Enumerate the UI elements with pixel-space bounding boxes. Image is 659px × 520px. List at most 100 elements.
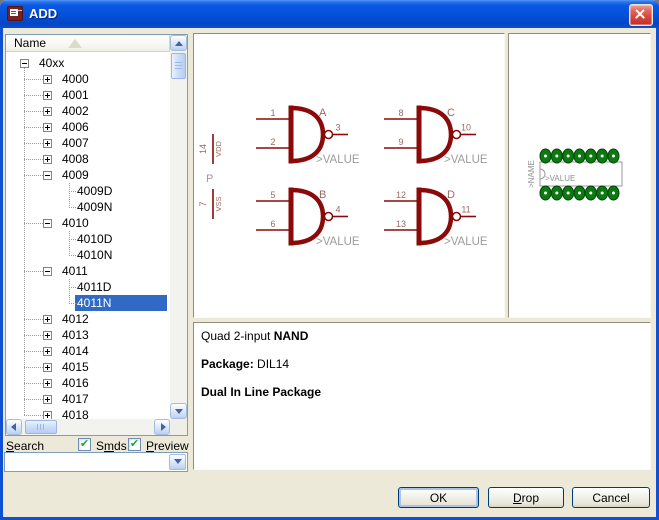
svg-text:VSS: VSS	[214, 196, 223, 211]
expand-toggle-icon[interactable]	[43, 315, 52, 324]
expand-toggle-icon[interactable]	[43, 411, 52, 420]
collapse-toggle-icon[interactable]	[43, 219, 52, 228]
expand-toggle-icon[interactable]	[43, 155, 52, 164]
svg-text:>VALUE: >VALUE	[545, 174, 575, 183]
expand-toggle-icon[interactable]	[43, 395, 52, 404]
tree-item-4001[interactable]: 4001	[6, 87, 170, 103]
svg-text:P: P	[206, 173, 213, 185]
tree-item-4002[interactable]: 4002	[6, 103, 170, 119]
collapse-toggle-icon[interactable]	[20, 59, 29, 68]
tree-item-label: 4001	[60, 87, 91, 103]
svg-text:>VALUE: >VALUE	[316, 154, 360, 166]
svg-text:>NAME: >NAME	[527, 160, 536, 188]
svg-text:14: 14	[198, 144, 208, 154]
tree-item-4010[interactable]: 4010	[6, 215, 170, 231]
tree-item-label: 4018	[60, 407, 91, 419]
tree-item-label: 4009D	[75, 183, 114, 199]
tree-item-label: 4017	[60, 391, 91, 407]
expand-toggle-icon[interactable]	[43, 123, 52, 132]
vertical-scroll-thumb[interactable]	[171, 53, 186, 79]
tree-item-4017[interactable]: 4017	[6, 391, 170, 407]
svg-text:12: 12	[396, 190, 406, 200]
svg-text:VDD: VDD	[214, 141, 223, 157]
tree-item-4011N[interactable]: 4011N	[6, 295, 170, 311]
scroll-left-button[interactable]	[6, 419, 22, 435]
combo-dropdown-button[interactable]	[169, 454, 186, 470]
tree-item-label: 4006	[60, 119, 91, 135]
expand-toggle-icon[interactable]	[43, 331, 52, 340]
description-line: Dual In Line Package	[201, 385, 643, 399]
arrow-right-icon	[161, 423, 166, 431]
collapse-toggle-icon[interactable]	[43, 267, 52, 276]
expand-toggle-icon[interactable]	[43, 139, 52, 148]
svg-text:1: 1	[270, 108, 275, 118]
drop-button[interactable]: Drop	[488, 487, 564, 508]
tree-item-4011[interactable]: 4011	[6, 263, 170, 279]
expand-toggle-icon[interactable]	[43, 379, 52, 388]
svg-text:10: 10	[461, 123, 471, 133]
tree-item-4018[interactable]: 4018	[6, 407, 170, 419]
search-input-value[interactable]	[9, 455, 167, 469]
arrow-down-icon	[175, 409, 183, 414]
tree-item-4012[interactable]: 4012	[6, 311, 170, 327]
scroll-right-button[interactable]	[154, 419, 170, 435]
tree-item-4009[interactable]: 4009	[6, 167, 170, 183]
tree-item-4009D[interactable]: 4009D	[6, 183, 170, 199]
part-tree[interactable]: 40xx40004001400240064007400840094009D400…	[6, 52, 170, 419]
tree-item-4008[interactable]: 4008	[6, 151, 170, 167]
tree-column-header[interactable]: Name	[6, 35, 170, 52]
title-bar[interactable]: ADD	[0, 0, 659, 28]
tree-item-label: 4014	[60, 343, 91, 359]
tree-item-4011D[interactable]: 4011D	[6, 279, 170, 295]
svg-text:3: 3	[335, 123, 340, 133]
tree-item-label: 4012	[60, 311, 91, 327]
expand-toggle-icon[interactable]	[43, 91, 52, 100]
cancel-button[interactable]: Cancel	[572, 487, 650, 508]
tree-item-4010D[interactable]: 4010D	[6, 231, 170, 247]
close-button[interactable]	[629, 4, 653, 26]
tree-item-4006[interactable]: 4006	[6, 119, 170, 135]
expand-toggle-icon[interactable]	[43, 107, 52, 116]
scrollbar-corner	[170, 419, 187, 435]
part-tree-panel: Name 40xx4000400140024006400740084009400…	[5, 34, 188, 436]
tree-item-label: 4011	[60, 263, 90, 279]
tree-item-4007[interactable]: 4007	[6, 135, 170, 151]
svg-text:2: 2	[270, 137, 275, 147]
expand-toggle-icon[interactable]	[43, 347, 52, 356]
ok-button[interactable]: OK	[398, 487, 479, 508]
search-combobox[interactable]	[4, 452, 188, 472]
expand-toggle-icon[interactable]	[43, 75, 52, 84]
description-line: Package: DIL14	[201, 357, 643, 371]
preview-checkbox-label[interactable]: Preview	[146, 439, 189, 453]
tree-item-4000[interactable]: 4000	[6, 71, 170, 87]
app-icon	[7, 6, 23, 21]
svg-text:7: 7	[198, 201, 208, 206]
scroll-down-button[interactable]	[170, 403, 187, 419]
tree-item-4013[interactable]: 4013	[6, 327, 170, 343]
tree-item-4014[interactable]: 4014	[6, 343, 170, 359]
smds-checkbox[interactable]: ✔	[78, 438, 91, 451]
tree-header-label: Name	[14, 36, 46, 50]
collapse-toggle-icon[interactable]	[43, 171, 52, 180]
preview-checkbox[interactable]: ✔	[128, 438, 141, 451]
svg-text:4: 4	[335, 205, 340, 215]
tree-horizontal-scrollbar[interactable]	[6, 419, 170, 435]
arrow-up-icon	[175, 41, 183, 46]
tree-item-4015[interactable]: 4015	[6, 359, 170, 375]
tree-item-4009N[interactable]: 4009N	[6, 199, 170, 215]
expand-toggle-icon[interactable]	[43, 363, 52, 372]
scroll-up-button[interactable]	[170, 35, 187, 51]
tree-item-40xx[interactable]: 40xx	[6, 55, 170, 71]
tree-item-4010N[interactable]: 4010N	[6, 247, 170, 263]
svg-text:>VALUE: >VALUE	[316, 236, 360, 248]
check-icon: ✔	[79, 437, 90, 450]
svg-text:9: 9	[398, 137, 403, 147]
tree-item-4016[interactable]: 4016	[6, 375, 170, 391]
horizontal-scroll-thumb[interactable]	[25, 420, 57, 434]
svg-text:5: 5	[270, 190, 275, 200]
tree-item-label: 4002	[60, 103, 91, 119]
tree-item-label: 4010	[60, 215, 91, 231]
tree-vertical-scrollbar[interactable]	[170, 35, 187, 419]
smds-checkbox-label[interactable]: Smds	[96, 439, 127, 453]
sort-ascending-icon	[68, 39, 82, 48]
